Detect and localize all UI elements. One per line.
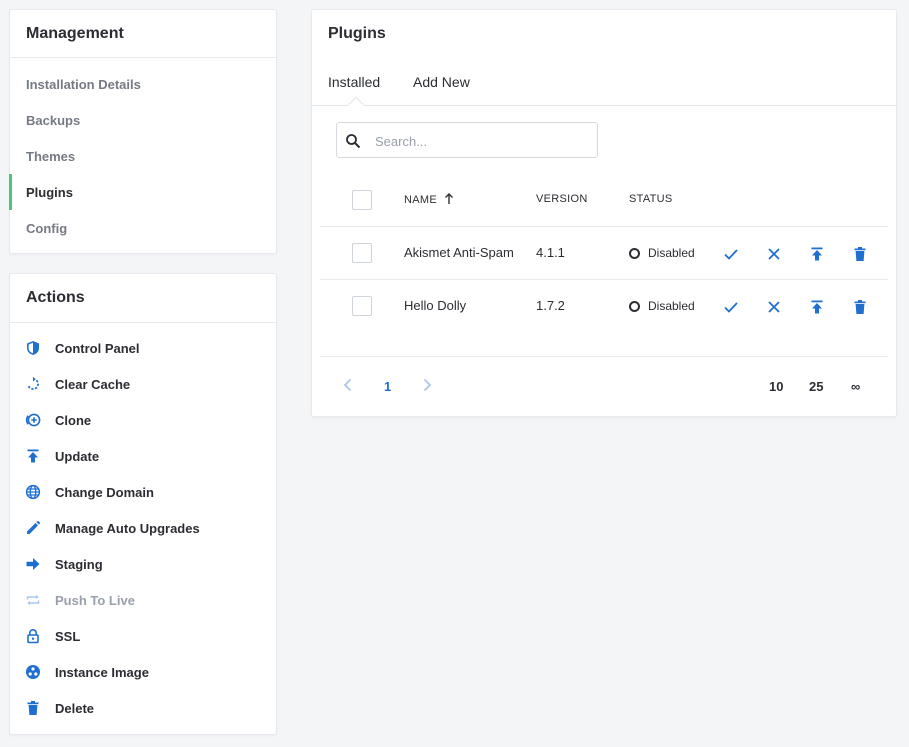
action-label: Clear Cache [55,376,131,392]
management-panel: Management Installation Details Backups … [9,9,277,254]
action-manage-auto-upgrades[interactable]: Manage Auto Upgrades [10,510,276,546]
action-control-panel[interactable]: Control Panel [10,330,276,366]
nav-item-config[interactable]: Config [10,210,276,246]
previous-page-icon[interactable] [341,378,355,392]
action-staging[interactable]: Staging [10,546,276,582]
activate-check-icon[interactable] [723,246,739,262]
column-header-status[interactable]: STATUS [629,193,673,205]
action-label: Update [55,448,100,464]
pencil-icon [24,519,42,537]
action-delete[interactable]: Delete [10,690,276,726]
row-divider [320,226,888,227]
plugin-version: 4.1.1 [536,245,565,260]
search-box [336,122,598,158]
plugin-status: Disabled [629,246,695,260]
action-label: Push To Live [55,592,135,608]
tabs-divider [312,105,896,106]
action-label: Clone [55,412,92,428]
row-divider [320,279,888,280]
table-footer-divider [320,356,888,357]
action-label: Control Panel [55,340,140,356]
column-header-version[interactable]: VERSION [536,193,588,205]
tab-installed[interactable]: Installed [328,74,380,90]
refresh-icon [24,375,42,393]
delete-trash-icon[interactable] [852,246,868,262]
status-circle-icon [629,300,640,312]
row-checkbox[interactable] [352,243,372,263]
per-page-10[interactable]: 10 [769,379,783,394]
per-page-25[interactable]: 25 [809,379,823,394]
plugin-name: Hello Dolly [404,298,467,313]
status-circle-icon [629,247,640,259]
update-upload-icon[interactable] [809,246,825,262]
nav-item-themes[interactable]: Themes [10,138,276,174]
repeat-icon [24,591,42,609]
row-checkbox[interactable] [352,296,372,316]
column-header-name[interactable]: NAME [404,193,454,206]
plugin-name: Akismet Anti-Spam [404,245,514,260]
nav-item-plugins[interactable]: Plugins [9,174,276,210]
actions-panel: Actions Control Panel Clear Cache Clone … [9,273,277,735]
action-label: SSL [55,628,81,644]
plugins-title: Plugins [328,25,386,42]
action-instance-image[interactable]: Instance Image [10,654,276,690]
update-upload-icon[interactable] [809,299,825,315]
search-input[interactable] [375,131,585,151]
action-label: Staging [55,556,103,572]
action-ssl[interactable]: SSL [10,618,276,654]
divider [10,322,276,323]
column-header-label: NAME [404,194,437,206]
search-icon [346,134,361,149]
management-title: Management [26,25,124,42]
plugin-status: Disabled [629,299,695,313]
actions-title: Actions [26,289,85,306]
per-page-all[interactable]: ∞ [851,379,860,394]
action-label: Manage Auto Upgrades [55,520,200,536]
tab-add-new[interactable]: Add New [413,74,470,90]
action-update[interactable]: Update [10,438,276,474]
status-label: Disabled [648,246,695,260]
plugin-version: 1.7.2 [536,298,565,313]
nav-item-backups[interactable]: Backups [10,102,276,138]
delete-trash-icon[interactable] [852,299,868,315]
globe-icon [24,483,42,501]
activate-check-icon[interactable] [723,299,739,315]
page-number-current[interactable]: 1 [384,379,391,394]
status-label: Disabled [648,299,695,313]
lock-icon [24,627,42,645]
select-all-checkbox[interactable] [352,190,372,210]
action-push-to-live[interactable]: Push To Live [10,582,276,618]
action-label: Instance Image [55,664,149,680]
divider [10,57,276,58]
action-change-domain[interactable]: Change Domain [10,474,276,510]
action-clone[interactable]: Clone [10,402,276,438]
upload-icon [24,447,42,465]
deactivate-x-icon[interactable] [766,246,782,262]
shield-icon [24,339,42,357]
clone-icon [24,411,42,429]
action-clear-cache[interactable]: Clear Cache [10,366,276,402]
next-page-icon[interactable] [420,378,434,392]
deactivate-x-icon[interactable] [766,299,782,315]
active-tab-indicator [347,96,365,114]
instance-image-icon [24,663,42,681]
sort-ascending-icon [445,193,454,204]
action-label: Change Domain [55,484,154,500]
nav-item-installation-details[interactable]: Installation Details [10,66,276,102]
action-label: Delete [55,700,95,716]
plugins-panel: Plugins Installed Add New NAME VERSION S… [311,9,897,417]
trash-icon [24,699,42,717]
arrow-right-icon [24,555,42,573]
